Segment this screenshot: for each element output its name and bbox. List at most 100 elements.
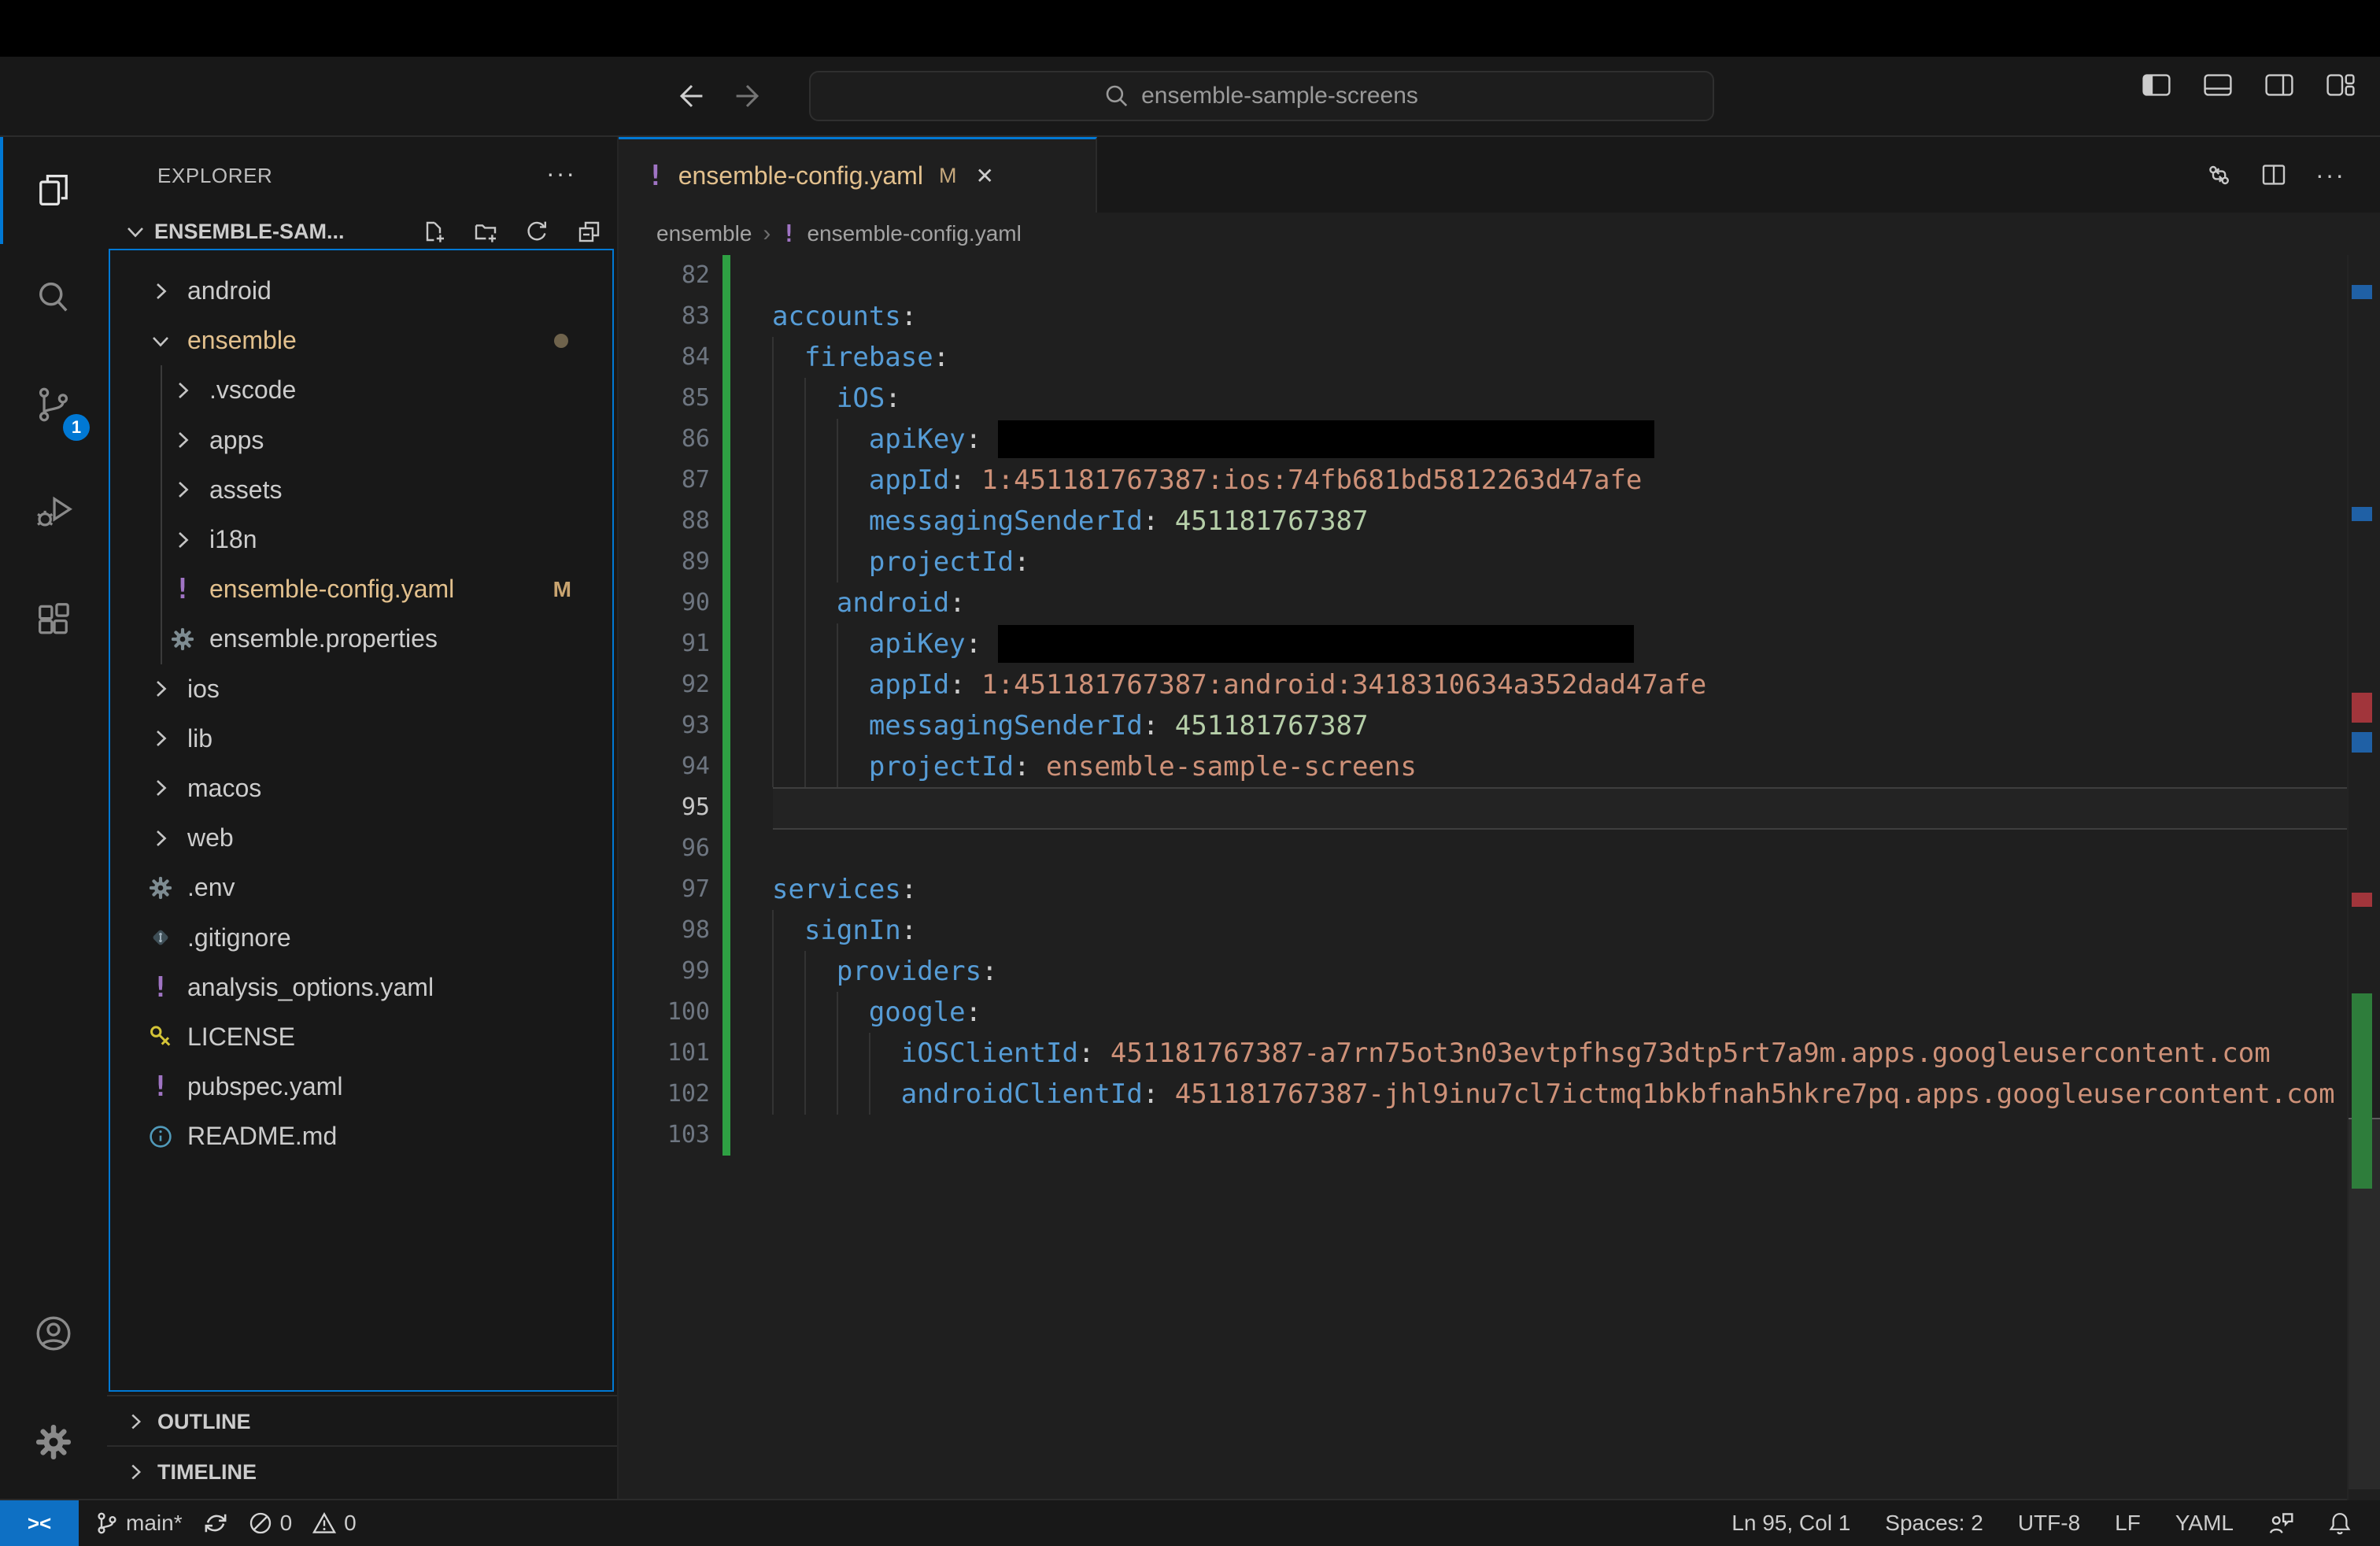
activity-accounts[interactable] (0, 1289, 107, 1378)
code-line-82[interactable]: 82 (619, 255, 2380, 296)
eol-sequence[interactable]: LF (2115, 1511, 2141, 1536)
tree-item-ensemble[interactable]: ensemble (110, 316, 612, 365)
code-line-83[interactable]: 83accounts: (619, 296, 2380, 337)
code-line-103[interactable]: 103 (619, 1115, 2380, 1156)
toggle-panel-icon[interactable] (2204, 74, 2232, 96)
line-number[interactable]: 99 (619, 951, 710, 992)
tree-item-readme-md[interactable]: README.md (110, 1111, 612, 1161)
activity-explorer[interactable] (0, 137, 107, 244)
language-mode[interactable]: YAML (2175, 1511, 2234, 1536)
line-number[interactable]: 88 (619, 501, 710, 542)
timeline-section[interactable]: TIMELINE (107, 1445, 617, 1497)
code-line-96[interactable]: 96 (619, 828, 2380, 869)
toggle-primary-sidebar-icon[interactable] (2142, 74, 2171, 96)
line-number[interactable]: 82 (619, 255, 710, 296)
command-center-search[interactable]: ensemble-sample-screens (809, 71, 1714, 121)
cursor-position[interactable]: Ln 95, Col 1 (1731, 1511, 1850, 1536)
workspace-section-header[interactable]: ENSEMBLE-SAM... (107, 214, 617, 249)
code-line-93[interactable]: 93 messagingSenderId: 451181767387 (619, 705, 2380, 746)
code-line-98[interactable]: 98 signIn: (619, 910, 2380, 951)
overview-ruler[interactable] (2347, 255, 2380, 1500)
tab-ensemble-config-yaml[interactable]: ! ensemble-config.yaml M ✕ (619, 137, 1097, 213)
activity-source-control[interactable]: 1 (0, 351, 107, 458)
code-line-97[interactable]: 97services: (619, 869, 2380, 910)
tree-item-apps[interactable]: apps (110, 416, 612, 465)
refresh-icon[interactable] (524, 219, 549, 244)
feedback-icon[interactable] (2268, 1511, 2293, 1535)
collapse-folders-icon[interactable] (576, 219, 601, 244)
tree-item-ensemble-config-yaml[interactable]: !ensemble-config.yamlM (110, 564, 612, 614)
line-number[interactable]: 103 (619, 1115, 710, 1156)
sync-changes[interactable] (203, 1511, 228, 1536)
activity-settings[interactable] (0, 1398, 107, 1486)
code-line-88[interactable]: 88 messagingSenderId: 451181767387 (619, 501, 2380, 542)
tree-item-web[interactable]: web (110, 813, 612, 863)
code-line-99[interactable]: 99 providers: (619, 951, 2380, 992)
history-forward-button[interactable] (730, 77, 768, 115)
tree-item-ensemble-properties[interactable]: ensemble.properties (110, 614, 612, 664)
more-actions-icon[interactable]: ··· (2315, 161, 2345, 190)
line-number[interactable]: 102 (619, 1074, 710, 1115)
views-more-actions-icon[interactable]: ··· (546, 159, 576, 188)
line-number[interactable]: 98 (619, 910, 710, 951)
remote-indicator[interactable]: >< (0, 1500, 79, 1546)
tree-item--vscode[interactable]: .vscode (110, 365, 612, 415)
code-line-87[interactable]: 87 appId: 1:451181767387:ios:74fb681bd58… (619, 460, 2380, 501)
tree-item-i18n[interactable]: i18n (110, 515, 612, 564)
code-line-89[interactable]: 89 projectId: (619, 542, 2380, 583)
encoding[interactable]: UTF-8 (2018, 1511, 2080, 1536)
problems-status[interactable]: 0 0 (249, 1511, 357, 1536)
tree-item--env[interactable]: .env (110, 863, 612, 912)
activity-search[interactable] (0, 244, 107, 351)
line-number[interactable]: 94 (619, 746, 710, 787)
indentation[interactable]: Spaces: 2 (1885, 1511, 1983, 1536)
code-line-90[interactable]: 90 android: (619, 583, 2380, 623)
line-number[interactable]: 84 (619, 337, 710, 378)
new-folder-icon[interactable] (472, 219, 497, 244)
line-number[interactable]: 91 (619, 623, 710, 664)
toggle-secondary-sidebar-icon[interactable] (2265, 74, 2293, 96)
line-number[interactable]: 89 (619, 542, 710, 583)
line-number[interactable]: 96 (619, 828, 710, 869)
line-number[interactable]: 92 (619, 664, 710, 705)
tree-item-pubspec-yaml[interactable]: !pubspec.yaml (110, 1062, 612, 1111)
line-number[interactable]: 93 (619, 705, 710, 746)
split-editor-icon[interactable] (2260, 161, 2287, 188)
close-icon[interactable]: ✕ (975, 163, 993, 189)
tree-item--gitignore[interactable]: .gitignore (110, 912, 612, 962)
code-line-101[interactable]: 101 iOSClientId: 451181767387-a7rn75ot3n… (619, 1033, 2380, 1074)
git-branch-status[interactable]: main* (94, 1511, 183, 1536)
line-number[interactable]: 85 (619, 378, 710, 419)
line-number[interactable]: 95 (619, 787, 710, 828)
code-line-84[interactable]: 84 firebase: (619, 337, 2380, 378)
code-line-100[interactable]: 100 google: (619, 992, 2380, 1033)
line-number[interactable]: 87 (619, 460, 710, 501)
customize-layout-icon[interactable] (2326, 74, 2355, 96)
activity-extensions[interactable] (0, 565, 107, 672)
line-number[interactable]: 100 (619, 992, 710, 1033)
tree-item-android[interactable]: android (110, 266, 612, 316)
bell-icon[interactable] (2328, 1511, 2352, 1535)
code-line-94[interactable]: 94 projectId: ensemble-sample-screens (619, 746, 2380, 787)
tree-item-analysis-options-yaml[interactable]: !analysis_options.yaml (110, 963, 612, 1012)
open-changes-icon[interactable] (2205, 161, 2232, 188)
code-line-102[interactable]: 102 androidClientId: 451181767387-jhl9in… (619, 1074, 2380, 1115)
code-line-95[interactable]: 95 (619, 787, 2380, 828)
tree-item-ios[interactable]: ios (110, 664, 612, 714)
tree-item-license[interactable]: LICENSE (110, 1012, 612, 1062)
line-number[interactable]: 90 (619, 583, 710, 623)
line-number[interactable]: 83 (619, 296, 710, 337)
code-line-92[interactable]: 92 appId: 1:451181767387:android:3418310… (619, 664, 2380, 705)
tree-item-lib[interactable]: lib (110, 714, 612, 764)
code-line-85[interactable]: 85 iOS: (619, 378, 2380, 419)
code-editor[interactable]: 8283accounts:84 firebase:85 iOS:86 apiKe… (619, 255, 2380, 1500)
line-number[interactable]: 86 (619, 419, 710, 460)
breadcrumb-file[interactable]: ensemble-config.yaml (807, 221, 1021, 246)
code-line-86[interactable]: 86 apiKey: (619, 419, 2380, 460)
breadcrumb-folder[interactable]: ensemble (656, 221, 752, 246)
line-number[interactable]: 97 (619, 869, 710, 910)
activity-run-debug[interactable] (0, 458, 107, 565)
tree-item-assets[interactable]: assets (110, 465, 612, 515)
history-back-button[interactable] (671, 77, 708, 115)
new-file-icon[interactable] (420, 219, 445, 244)
